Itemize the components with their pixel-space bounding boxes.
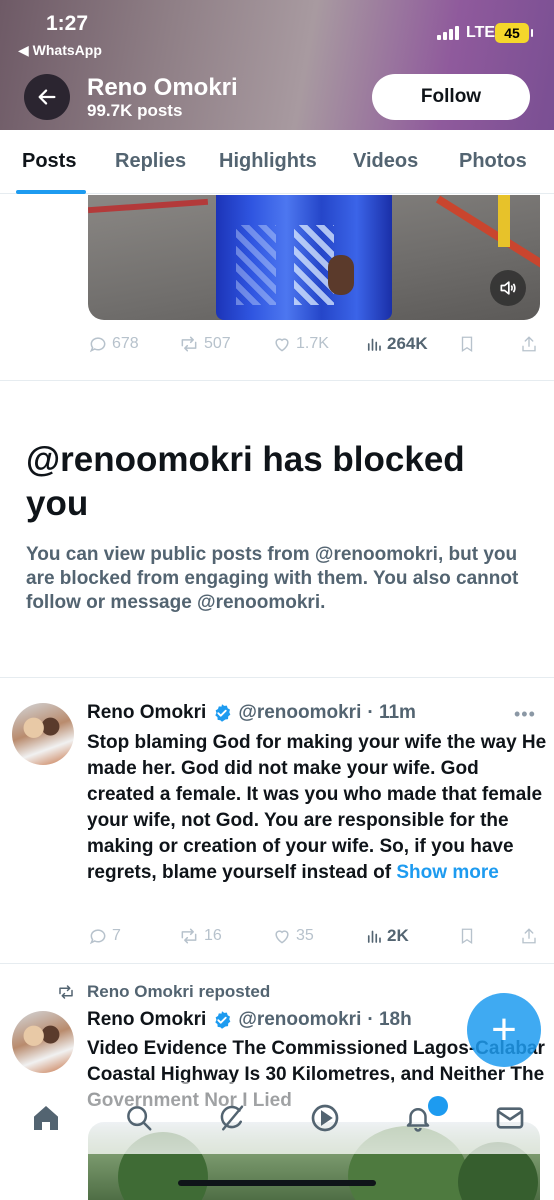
divider	[0, 677, 554, 678]
repost-button[interactable]: 16	[178, 926, 222, 946]
like-button[interactable]: 1.7K	[272, 334, 329, 354]
tab-highlights[interactable]: Highlights	[219, 150, 317, 173]
reply-button[interactable]: 678	[88, 334, 139, 354]
speech-bubble-icon	[89, 929, 106, 945]
more-options-icon[interactable]: •••	[514, 704, 536, 725]
reply-count: 7	[112, 927, 121, 944]
notification-badge	[428, 1096, 448, 1116]
like-count: 1.7K	[296, 335, 329, 352]
grok-icon[interactable]	[214, 1100, 250, 1136]
repost-button[interactable]: 507	[178, 334, 231, 354]
speaker-icon	[500, 281, 516, 295]
views-button[interactable]: 264K	[365, 334, 428, 354]
like-count: 35	[296, 927, 314, 944]
divider	[0, 963, 554, 964]
share-button[interactable]	[520, 926, 538, 946]
back-to-app-link[interactable]: ◀ WhatsApp	[18, 42, 102, 59]
tweet-header: Reno Omokri @renoomokri · 11m	[87, 702, 416, 724]
repost-arrows-icon	[181, 928, 197, 944]
share-icon	[522, 336, 536, 352]
repost-label: Reno Omokri reposted	[87, 982, 271, 1001]
avatar[interactable]	[12, 703, 74, 765]
tweet-text: Stop blaming God for making your wife th…	[87, 730, 547, 886]
post-video[interactable]	[88, 195, 540, 320]
tweet-actions: 7 16 35 2K	[88, 926, 540, 950]
tweet-author-name[interactable]: Reno Omokri	[87, 702, 206, 724]
tweet-header: Reno Omokri @renoomokri · 18h	[87, 1009, 412, 1031]
home-icon[interactable]	[28, 1100, 64, 1136]
blocked-notice-title: @renoomokri has blocked you	[26, 440, 465, 523]
like-button[interactable]: 35	[272, 926, 314, 946]
reply-button[interactable]: 7	[88, 926, 121, 946]
speech-bubble-icon	[89, 337, 106, 353]
profile-tabs: Posts Replies Highlights Videos Photos	[0, 130, 554, 194]
tab-photos[interactable]: Photos	[459, 150, 527, 173]
bookmark-icon	[461, 928, 473, 945]
heart-icon	[275, 930, 289, 944]
network-label: LTE	[466, 24, 496, 41]
battery-icon: 45	[495, 23, 533, 43]
bar-chart-icon	[367, 338, 381, 351]
views-count: 2K	[387, 926, 409, 945]
tab-replies[interactable]: Replies	[115, 150, 186, 173]
profile-name: Reno Omokri	[87, 74, 238, 101]
tab-posts[interactable]: Posts	[22, 150, 76, 173]
search-icon[interactable]	[121, 1100, 157, 1136]
bookmark-button[interactable]	[458, 926, 476, 946]
status-bar: 1:27 ◀ WhatsApp LTE 45	[0, 0, 554, 64]
bookmark-button[interactable]	[458, 334, 476, 354]
home-indicator[interactable]	[178, 1180, 376, 1186]
tweet-timestamp: · 18h	[367, 1009, 412, 1030]
tweet-author-name[interactable]: Reno Omokri	[87, 1009, 206, 1031]
verified-badge-icon	[215, 1011, 231, 1029]
repost-arrows-icon	[181, 336, 197, 352]
signal-icon	[437, 26, 459, 40]
post-actions: 678 507 1.7K 264K	[88, 334, 540, 358]
mute-toggle-button[interactable]	[490, 270, 526, 306]
show-more-link[interactable]: Show more	[396, 862, 498, 883]
avatar[interactable]	[12, 1011, 74, 1073]
video-subject	[216, 195, 392, 320]
mail-icon[interactable]	[492, 1100, 528, 1136]
repost-count: 507	[204, 335, 231, 352]
reply-count: 678	[112, 335, 139, 352]
plus-icon: +	[491, 1005, 517, 1054]
status-time: 1:27	[46, 12, 89, 35]
tweet-author-handle[interactable]: @renoomokri	[238, 1009, 361, 1031]
share-icon	[522, 928, 536, 944]
views-count: 264K	[387, 334, 428, 353]
profile-post-count: 99.7K posts	[87, 101, 183, 120]
bar-chart-icon	[367, 930, 381, 943]
verified-badge-icon	[215, 704, 231, 722]
divider	[0, 380, 554, 381]
compose-button[interactable]: +	[467, 993, 541, 1067]
bottom-navigation	[0, 1082, 554, 1154]
share-button[interactable]	[520, 334, 538, 354]
views-button[interactable]: 2K	[365, 926, 409, 946]
repost-indicator: Reno Omokri reposted	[55, 982, 270, 1002]
tweet-timestamp: · 11m	[367, 702, 416, 723]
repost-arrows-icon	[59, 985, 73, 999]
active-tab-indicator	[16, 190, 86, 194]
back-button[interactable]	[24, 74, 70, 120]
tweet-body: Stop blaming God for making your wife th…	[87, 732, 547, 883]
heart-icon	[275, 338, 289, 352]
profile-header: 1:27 ◀ WhatsApp LTE 45 Reno Omokri 99.7K…	[0, 0, 554, 130]
tab-videos[interactable]: Videos	[353, 150, 418, 173]
tweet-author-handle[interactable]: @renoomokri	[238, 702, 361, 724]
video-icon[interactable]	[307, 1100, 343, 1136]
arrow-left-icon	[38, 89, 56, 105]
follow-button[interactable]: Follow	[372, 74, 530, 120]
blocked-notice-description: You can view public posts from @renoomok…	[26, 544, 519, 613]
bookmark-icon	[461, 336, 473, 353]
repost-count: 16	[204, 927, 222, 944]
